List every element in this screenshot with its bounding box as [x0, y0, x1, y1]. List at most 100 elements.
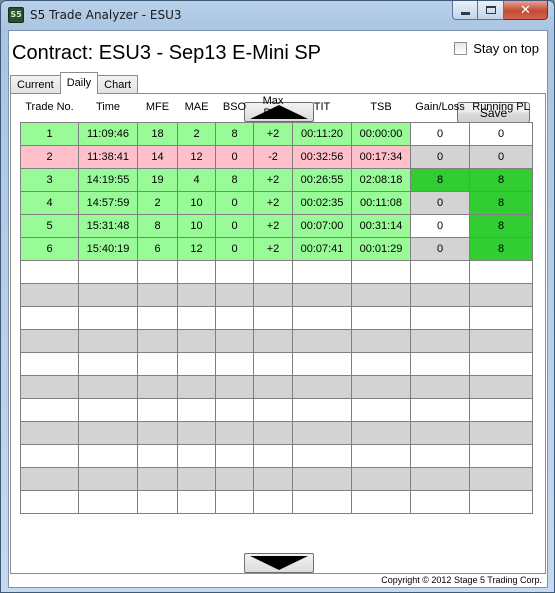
table-cell[interactable]: 14:57:59	[78, 190, 138, 215]
empty-table-cell[interactable]	[253, 374, 293, 399]
table-cell[interactable]: 0	[469, 121, 533, 146]
table-cell[interactable]: +2	[253, 213, 293, 238]
empty-table-cell[interactable]	[137, 443, 178, 468]
empty-table-row[interactable]	[20, 282, 533, 307]
empty-table-cell[interactable]	[253, 489, 293, 514]
empty-table-cell[interactable]	[253, 443, 293, 468]
empty-table-cell[interactable]	[177, 351, 216, 376]
empty-table-cell[interactable]	[292, 374, 352, 399]
column-header-trade-no[interactable]: Trade No.	[21, 92, 79, 122]
empty-table-cell[interactable]	[351, 489, 411, 514]
empty-table-cell[interactable]	[410, 351, 470, 376]
table-cell[interactable]: 10	[177, 213, 216, 238]
empty-table-cell[interactable]	[253, 420, 293, 445]
empty-table-cell[interactable]	[469, 397, 533, 422]
empty-table-cell[interactable]	[351, 397, 411, 422]
empty-table-cell[interactable]	[137, 489, 178, 514]
table-cell[interactable]: 10	[177, 190, 216, 215]
empty-table-cell[interactable]	[351, 328, 411, 353]
empty-table-cell[interactable]	[78, 466, 138, 491]
table-cell[interactable]: 6	[137, 236, 178, 261]
empty-table-cell[interactable]	[177, 397, 216, 422]
close-button[interactable]: ✕	[504, 1, 548, 20]
empty-table-cell[interactable]	[292, 443, 352, 468]
table-cell[interactable]: 12	[177, 144, 216, 169]
column-header-tsb[interactable]: TSB	[352, 92, 411, 122]
table-cell[interactable]: 00:31:14	[351, 213, 411, 238]
empty-table-cell[interactable]	[469, 489, 533, 514]
table-cell[interactable]: 8	[137, 213, 178, 238]
empty-table-cell[interactable]	[137, 259, 178, 284]
table-row[interactable]: 3 14:19:55 19 4 8 +2 00:26:55 02:08:18 8 8	[20, 167, 533, 192]
table-cell[interactable]: 00:02:35	[292, 190, 352, 215]
empty-table-cell[interactable]	[20, 305, 79, 330]
empty-table-cell[interactable]	[20, 282, 79, 307]
empty-table-cell[interactable]	[469, 466, 533, 491]
empty-table-cell[interactable]	[292, 420, 352, 445]
empty-table-cell[interactable]	[215, 489, 254, 514]
table-cell[interactable]: 8	[215, 167, 254, 192]
empty-table-cell[interactable]	[253, 282, 293, 307]
empty-table-cell[interactable]	[78, 397, 138, 422]
table-cell[interactable]: 6	[20, 236, 79, 261]
table-cell[interactable]: 8	[469, 190, 533, 215]
empty-table-cell[interactable]	[137, 351, 178, 376]
empty-table-cell[interactable]	[410, 328, 470, 353]
table-cell[interactable]: 2	[177, 121, 216, 146]
table-cell[interactable]: 00:17:34	[351, 144, 411, 169]
table-cell[interactable]: 0	[410, 121, 470, 146]
minimize-button[interactable]	[452, 1, 478, 20]
empty-table-cell[interactable]	[351, 259, 411, 284]
table-cell[interactable]: +2	[253, 121, 293, 146]
table-cell[interactable]: 0	[215, 213, 254, 238]
empty-table-cell[interactable]	[410, 397, 470, 422]
table-cell[interactable]: 0	[215, 190, 254, 215]
empty-table-cell[interactable]	[292, 351, 352, 376]
column-header-gain-loss[interactable]: Gain/Loss	[411, 92, 470, 122]
empty-table-cell[interactable]	[78, 374, 138, 399]
column-header-mae[interactable]: MAE	[178, 92, 216, 122]
empty-table-cell[interactable]	[469, 282, 533, 307]
table-cell[interactable]: 0	[215, 236, 254, 261]
empty-table-cell[interactable]	[78, 328, 138, 353]
empty-table-cell[interactable]	[177, 466, 216, 491]
empty-table-cell[interactable]	[253, 351, 293, 376]
empty-table-cell[interactable]	[215, 351, 254, 376]
empty-table-cell[interactable]	[20, 466, 79, 491]
column-header-running-pl[interactable]: Running PL	[470, 92, 533, 122]
empty-table-cell[interactable]	[78, 351, 138, 376]
empty-table-cell[interactable]	[253, 259, 293, 284]
empty-table-cell[interactable]	[351, 374, 411, 399]
empty-table-row[interactable]	[20, 466, 533, 491]
empty-table-cell[interactable]	[410, 282, 470, 307]
empty-table-cell[interactable]	[137, 397, 178, 422]
empty-table-cell[interactable]	[351, 305, 411, 330]
empty-table-cell[interactable]	[351, 282, 411, 307]
empty-table-cell[interactable]	[215, 282, 254, 307]
maximize-button[interactable]	[478, 1, 504, 20]
empty-table-cell[interactable]	[253, 328, 293, 353]
empty-table-cell[interactable]	[469, 443, 533, 468]
table-cell[interactable]: 11:38:41	[78, 144, 138, 169]
empty-table-cell[interactable]	[137, 374, 178, 399]
empty-table-row[interactable]	[20, 489, 533, 514]
table-cell[interactable]: -2	[253, 144, 293, 169]
table-row[interactable]: 6 15:40:19 6 12 0 +2 00:07:41 00:01:29 0 8	[20, 236, 533, 261]
empty-table-cell[interactable]	[292, 489, 352, 514]
empty-table-cell[interactable]	[177, 328, 216, 353]
table-cell[interactable]: 5	[20, 213, 79, 238]
empty-table-cell[interactable]	[20, 351, 79, 376]
table-cell[interactable]: 02:08:18	[351, 167, 411, 192]
empty-table-cell[interactable]	[253, 466, 293, 491]
table-cell[interactable]: 3	[20, 167, 79, 192]
empty-table-cell[interactable]	[410, 420, 470, 445]
empty-table-cell[interactable]	[469, 374, 533, 399]
scroll-down-button[interactable]	[244, 553, 314, 573]
empty-table-cell[interactable]	[20, 259, 79, 284]
empty-table-row[interactable]	[20, 351, 533, 376]
empty-table-cell[interactable]	[215, 374, 254, 399]
empty-table-cell[interactable]	[215, 466, 254, 491]
table-cell[interactable]: 8	[410, 167, 470, 192]
table-cell[interactable]: 0	[410, 236, 470, 261]
empty-table-cell[interactable]	[177, 305, 216, 330]
